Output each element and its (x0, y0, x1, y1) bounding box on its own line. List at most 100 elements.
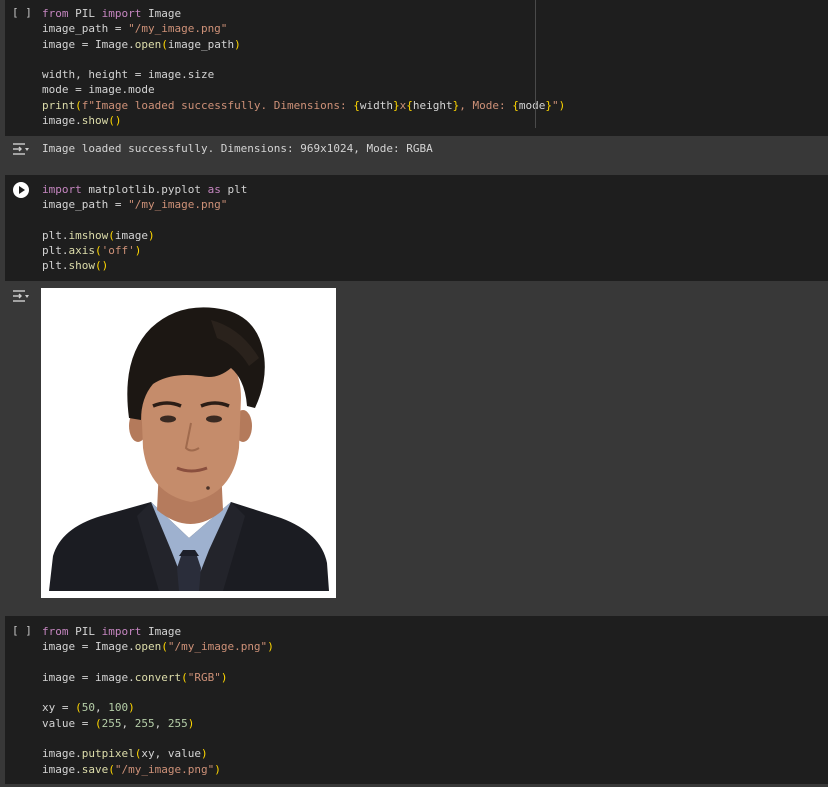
code-token: mode (518, 98, 546, 112)
code-cell-3[interactable]: [ ] from PIL import Image image = Image.o… (5, 616, 828, 784)
code-token: ( (161, 640, 168, 654)
code-token: plt. (42, 244, 69, 258)
code-line[interactable]: image.putpixel(xy, value) (42, 746, 274, 761)
code-token: , (154, 716, 168, 730)
code-token: height (412, 98, 453, 112)
code-token: Image (141, 625, 182, 638)
code-token: convert (134, 670, 182, 684)
code-token: ( (95, 244, 102, 258)
cell-1-execution-bracket[interactable]: [ ] (12, 6, 32, 19)
code-token: image = image. (42, 670, 135, 684)
portrait-photo (41, 288, 336, 598)
code-token: 255 (167, 716, 188, 730)
code-token: width (359, 98, 394, 112)
code-token: 'off' (101, 244, 135, 258)
code-token: imshow (68, 228, 109, 242)
output-toggle-icon[interactable] (12, 289, 30, 303)
code-line[interactable]: image = Image.open(image_path) (42, 37, 565, 52)
output-toggle-icon[interactable] (12, 142, 30, 156)
code-line[interactable] (42, 213, 247, 228)
code-line[interactable]: value = (255, 255, 255) (42, 716, 274, 731)
code-line[interactable]: xy = (50, 100) (42, 700, 274, 715)
code-token: f"Image loaded successfully. Dimensions: (81, 98, 354, 112)
code-token: 50 (81, 701, 95, 715)
code-line[interactable]: plt.show() (42, 258, 247, 273)
code-token: image (114, 228, 148, 242)
code-line[interactable]: image = image.convert("RGB") (42, 670, 274, 685)
code-line[interactable]: mode = image.mode (42, 82, 565, 97)
code-line[interactable]: image = Image.open("/my_image.png") (42, 639, 274, 654)
code-token: save (81, 762, 109, 776)
code-token: " (552, 98, 559, 112)
code-token: value = (42, 716, 95, 730)
code-line[interactable]: width, height = image.size (42, 67, 565, 82)
cell-3-code[interactable]: from PIL import Image image = Image.open(… (42, 624, 274, 777)
code-token: ) (214, 762, 221, 776)
code-token: show (81, 114, 109, 128)
code-token: open (134, 640, 162, 654)
code-token: xy, value (141, 747, 201, 761)
code-token: ) (148, 228, 155, 242)
code-token: ) (187, 716, 195, 730)
code-line[interactable]: from PIL import Image (42, 6, 565, 21)
code-token: { (353, 98, 360, 112)
code-token: , (95, 701, 109, 715)
code-token: mode = image.mode (42, 83, 155, 97)
code-line[interactable]: import matplotlib.pyplot as plt (42, 182, 247, 197)
code-token: image. (42, 747, 82, 761)
code-token: putpixel (81, 747, 135, 761)
code-token: () (108, 114, 122, 128)
code-token: ) (128, 701, 135, 715)
code-token: { (512, 98, 519, 112)
code-token: matplotlib.pyplot (81, 183, 208, 196)
cell-1-output: Image loaded successfully. Dimensions: 9… (5, 138, 828, 168)
code-token: import (42, 183, 82, 196)
code-token: ( (161, 37, 168, 51)
code-token: image = Image. (42, 37, 135, 51)
code-token: ) (234, 37, 241, 51)
code-token: 255 (101, 716, 122, 730)
code-token: image_path = (42, 198, 129, 212)
code-token: ( (108, 228, 115, 242)
code-token: axis (68, 244, 96, 258)
code-line[interactable]: from PIL import Image (42, 624, 274, 639)
code-token: Image (141, 7, 182, 20)
code-token: open (134, 37, 162, 51)
editor-ruler (535, 0, 536, 128)
code-line[interactable] (42, 655, 274, 670)
code-token: as (207, 183, 221, 196)
code-token: print (42, 98, 76, 112)
code-token: PIL (68, 7, 102, 20)
code-line[interactable]: image.show() (42, 113, 565, 128)
code-line[interactable]: image.save("/my_image.png") (42, 762, 274, 777)
code-line[interactable]: plt.axis('off') (42, 243, 247, 258)
cell-2-code[interactable]: import matplotlib.pyplot as plt image_pat… (42, 182, 247, 274)
code-token: ( (108, 762, 115, 776)
code-line[interactable]: image_path = "/my_image.png" (42, 197, 247, 212)
code-line[interactable] (42, 731, 274, 746)
code-line[interactable] (42, 685, 274, 700)
code-cell-1[interactable]: [ ] from PIL import Image image_path = "/… (5, 0, 828, 136)
code-line[interactable]: print(f"Image loaded successfully. Dimen… (42, 98, 565, 113)
code-token: "RGB" (187, 670, 221, 684)
cell-3-execution-bracket[interactable]: [ ] (12, 624, 32, 637)
play-circle-icon[interactable] (13, 182, 29, 198)
code-token: ) (200, 747, 208, 761)
code-cell-2[interactable]: import matplotlib.pyplot as plt image_pat… (5, 175, 828, 281)
code-line[interactable]: plt.imshow(image) (42, 228, 247, 243)
code-token: "/my_image.png" (114, 762, 215, 776)
code-token: ( (94, 716, 102, 730)
code-token: PIL (68, 625, 102, 638)
code-token: from (42, 7, 69, 20)
code-line[interactable]: image_path = "/my_image.png" (42, 21, 565, 36)
cell-1-code[interactable]: from PIL import Image image_path = "/my_i… (42, 6, 565, 128)
code-token: image_path = (42, 22, 129, 36)
code-token: plt. (42, 228, 69, 242)
code-token: ( (75, 701, 82, 715)
code-token: from (42, 625, 69, 638)
code-token: , Mode: (459, 98, 513, 112)
code-line[interactable] (42, 52, 565, 67)
code-token: import (101, 7, 142, 20)
code-token: , (121, 716, 135, 730)
code-token: image. (42, 114, 82, 128)
